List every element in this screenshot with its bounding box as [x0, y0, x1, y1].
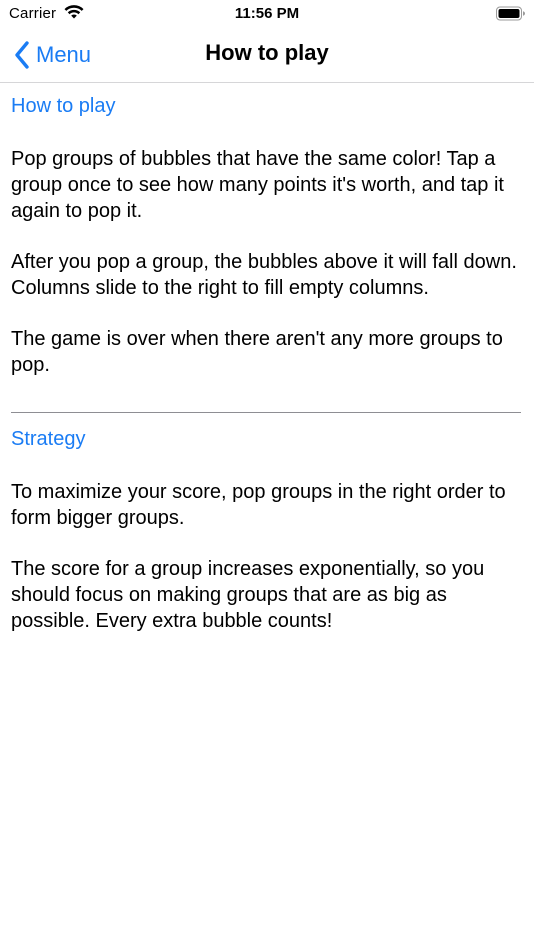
paragraph: Pop groups of bubbles that have the same…	[11, 148, 504, 222]
paragraph: The score for a group increases exponent…	[11, 558, 485, 632]
navigation-bar: Menu How to play	[0, 28, 534, 83]
page-title: How to play	[205, 40, 329, 65]
status-time: 11:56 PM	[234, 5, 300, 22]
section-heading-how-to-play: How to play	[11, 95, 116, 117]
section-heading-strategy: Strategy	[11, 428, 86, 450]
paragraph: After you pop a group, the bubbles above…	[11, 251, 517, 299]
battery-icon	[496, 6, 525, 21]
status-bar: Carrier 11:56 PM	[0, 0, 534, 28]
paragraph: The game is over when there aren't any m…	[11, 328, 503, 376]
section-divider	[11, 412, 521, 413]
paragraph: To maximize your score, pop groups in th…	[11, 481, 506, 529]
